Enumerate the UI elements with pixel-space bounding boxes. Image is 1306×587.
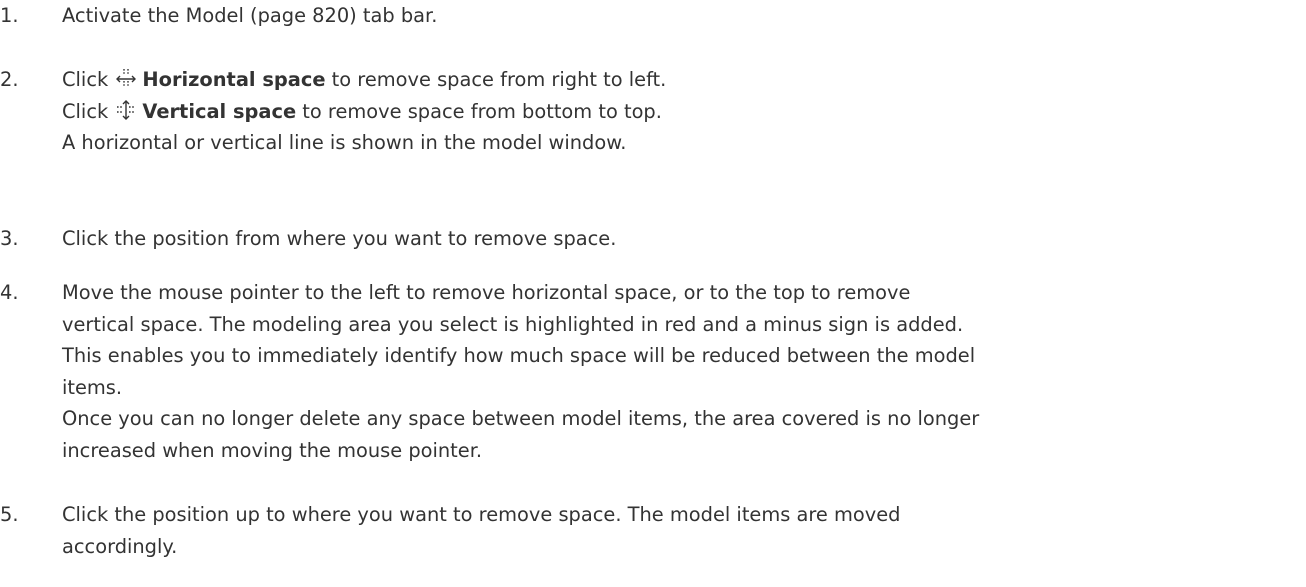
step-3: 3. Click the position from where you wan… xyxy=(0,223,616,255)
step-text: to remove space from right to left. xyxy=(331,68,667,91)
step-line: A horizontal or vertical line is shown i… xyxy=(62,131,627,154)
step-line: vertical space. The modeling area you se… xyxy=(62,312,964,336)
horizontal-space-icon xyxy=(116,68,137,88)
step-number: 5. xyxy=(0,503,19,526)
step-2: 2. Click Horizontal space to remove spac… xyxy=(0,64,666,159)
step-line: increased when moving the mouse pointer. xyxy=(62,438,483,462)
step-line: Click Horizontal space to remove space f… xyxy=(62,64,666,96)
step-line: items. xyxy=(62,375,123,399)
vertical-space-icon xyxy=(116,99,136,120)
step-number: 1. xyxy=(0,4,19,27)
step-1: 1. Activate the Model (page 820) tab bar… xyxy=(0,0,437,32)
step-line: Once you can no longer delete any space … xyxy=(62,407,980,430)
step-text: Click the position from where you want t… xyxy=(62,227,617,250)
step-5: 5. Click the position up to where you wa… xyxy=(0,499,901,562)
step-line: Move the mouse pointer to the left to re… xyxy=(62,281,911,304)
step-number: 4. xyxy=(0,281,19,304)
step-text: Activate the Model (page 820) tab bar. xyxy=(62,4,438,27)
step-number: 2. xyxy=(0,68,19,91)
step-text: to remove space from bottom to top. xyxy=(302,99,662,123)
click-prefix: Click xyxy=(62,99,109,123)
step-line: Click Vertical space to remove space fro… xyxy=(62,96,666,128)
horizontal-space-label: Horizontal space xyxy=(142,68,326,91)
step-number: 3. xyxy=(0,227,19,250)
click-prefix: Click xyxy=(62,68,109,91)
step-4: 4. Move the mouse pointer to the left to… xyxy=(0,277,979,466)
step-line: This enables you to immediately identify… xyxy=(62,344,976,367)
step-line: accordingly. xyxy=(62,534,178,558)
step-line: Click the position up to where you want … xyxy=(62,503,901,526)
vertical-space-label: Vertical space xyxy=(142,99,297,123)
